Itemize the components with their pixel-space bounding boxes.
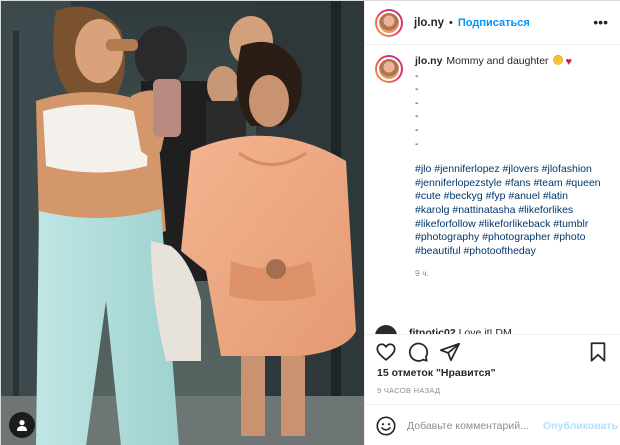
caption-avatar[interactable] [375, 55, 403, 83]
caption-dash: - [415, 69, 419, 82]
caption-hashtags[interactable]: #jlo #jenniferlopez #jlovers #jlofashion… [415, 163, 605, 258]
like-button[interactable] [375, 341, 399, 365]
post-timestamp[interactable]: 9 ЧАСОВ НАЗАД [377, 386, 440, 395]
instagram-post-window: jlo.ny • Подписаться ••• jlo.ny Mommy and… [0, 0, 620, 445]
publish-button[interactable]: Опубликовать [543, 420, 618, 432]
caption-username[interactable]: jlo.ny [415, 55, 442, 67]
likes-count[interactable]: 15 отметок "Нравится" [377, 367, 496, 379]
comment-button[interactable] [407, 341, 431, 365]
caption-scroll-area[interactable]: jlo.ny Mommy and daughter ♥ - - - - - - #… [365, 45, 620, 320]
person-icon [17, 420, 27, 431]
post-photo[interactable] [1, 1, 364, 445]
photo-illustration [1, 1, 364, 445]
caption-dash: - [415, 110, 419, 123]
post-header: jlo.ny • Подписаться ••• [365, 1, 620, 45]
author-username[interactable]: jlo.ny [414, 17, 444, 29]
ellipsis-icon[interactable]: ••• [593, 14, 608, 30]
emoji-picker-icon[interactable] [375, 415, 397, 437]
tagged-users-button[interactable] [9, 412, 35, 438]
caption-dash: - [415, 96, 419, 109]
caption-dash: - [415, 83, 419, 96]
caption-text: Mommy and daughter [446, 55, 549, 67]
share-button[interactable] [439, 341, 463, 365]
add-comment-bar: Опубликовать [365, 404, 620, 445]
author-avatar[interactable] [375, 8, 403, 37]
caption-row: jlo.ny Mommy and daughter ♥ - - - - - - #… [375, 55, 612, 281]
action-bar [365, 334, 620, 368]
heart-eyes-emoji-icon [553, 55, 564, 65]
comment-icon [408, 342, 429, 362]
separator-dot: • [449, 16, 453, 29]
post-side-panel: jlo.ny • Подписаться ••• jlo.ny Mommy and… [364, 1, 620, 445]
heart-emoji-icon: ♥ [565, 56, 573, 68]
follow-button[interactable]: Подписаться [458, 17, 530, 29]
caption-dash: - [415, 123, 419, 136]
caption-dash: - [415, 137, 419, 150]
comment-input[interactable] [407, 419, 535, 432]
heart-outline-icon [376, 343, 396, 361]
caption-time: 9 ч. [415, 268, 429, 279]
save-button[interactable] [587, 341, 611, 365]
bookmark-icon [590, 342, 606, 362]
paper-plane-icon [439, 342, 461, 362]
caption-body: jlo.ny Mommy and daughter ♥ - - - - - - #… [415, 55, 605, 281]
